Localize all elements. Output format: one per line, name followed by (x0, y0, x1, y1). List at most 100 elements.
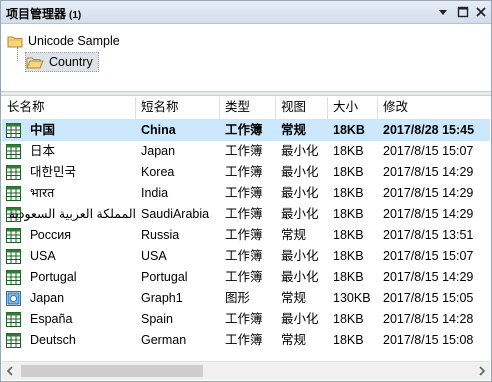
row-short-name: China (141, 123, 176, 137)
row-short-name: USA (141, 249, 167, 263)
row-short-name: Spain (141, 312, 173, 326)
row-size: 130KB (333, 291, 371, 305)
row-long-name: المملكة العربية السعودية (8, 207, 136, 221)
horizontal-scrollbar[interactable] (2, 361, 490, 380)
row-size: 18KB (333, 228, 364, 242)
row-modified: 2017/8/15 14:29 (383, 270, 474, 284)
column-header-modified[interactable]: 修改 (378, 97, 490, 119)
window-title-count: (1) (69, 10, 82, 21)
title-bar[interactable]: 项目管理器 (1) (1, 1, 491, 24)
row-short-name: German (141, 333, 187, 347)
folder-icon (7, 36, 23, 48)
row-view: 最小化 (281, 165, 319, 179)
row-type: 工作簿 (225, 333, 263, 347)
row-type: 工作簿 (225, 123, 263, 137)
row-short-name: India (141, 186, 169, 200)
row-long-name: USA (30, 249, 56, 263)
row-long-name: España (30, 312, 73, 326)
table-row[interactable]: 대한민국 Korea 工作簿 最小化 18KB 2017/8/15 14:29 (2, 162, 490, 183)
row-size: 18KB (333, 312, 364, 326)
row-size: 18KB (333, 186, 364, 200)
file-list: 长名称 短名称 类型 视图 大小 修改 中国 China 工作簿 常规 18KB 2017… (2, 97, 490, 359)
row-type: 工作簿 (225, 144, 263, 158)
table-row[interactable]: USA USA 工作簿 最小化 18KB 2017/8/15 15:07 (2, 246, 490, 267)
list-header: 长名称 短名称 类型 视图 大小 修改 (2, 97, 490, 120)
close-icon[interactable] (474, 5, 488, 19)
row-long-name: Россия (30, 228, 71, 242)
row-modified: 2017/8/15 15:05 (383, 291, 474, 305)
scroll-left-icon[interactable] (2, 362, 19, 380)
row-type: 工作簿 (225, 186, 263, 200)
row-view: 常规 (281, 228, 307, 242)
column-header-short-name[interactable]: 短名称 (136, 97, 220, 119)
row-long-name: 日本 (30, 144, 56, 158)
row-view: 最小化 (281, 270, 319, 284)
row-long-name: 대한민국 (30, 165, 77, 179)
row-long-name: भारत (30, 186, 55, 200)
column-header-type[interactable]: 类型 (220, 97, 276, 119)
table-row[interactable]: Deutsch German 工作簿 常规 18KB 2017/8/15 15:08 (2, 330, 490, 351)
row-view: 最小化 (281, 249, 319, 263)
row-type: 图形 (225, 291, 251, 305)
table-row[interactable]: المملكة العربية السعودية SaudiArabia 工作簿 最小… (2, 204, 490, 225)
row-long-name: Japan (30, 291, 65, 305)
row-view: 最小化 (281, 312, 319, 326)
row-size: 18KB (333, 249, 364, 263)
tree-item-country[interactable]: Country (25, 52, 99, 72)
table-row[interactable]: 中国 China 工作簿 常规 18KB 2017/8/28 15:45 (2, 120, 490, 141)
table-row[interactable]: भारत India 工作簿 最小化 18KB 2017/8/15 14:29 (2, 183, 490, 204)
row-type: 工作簿 (225, 228, 263, 242)
window-title-label: 项目管理器 (6, 7, 67, 21)
tree-connector (17, 47, 18, 61)
row-size: 18KB (333, 270, 364, 284)
row-type: 工作簿 (225, 207, 263, 221)
row-short-name: Graph1 (141, 291, 183, 305)
row-modified: 2017/8/15 14:29 (383, 186, 474, 200)
column-header-long-name[interactable]: 长名称 (2, 97, 136, 119)
row-modified: 2017/8/15 13:51 (383, 228, 474, 242)
row-view: 最小化 (281, 186, 319, 200)
row-short-name: Korea (141, 165, 175, 179)
row-modified: 2017/8/15 14:29 (383, 165, 474, 179)
table-row[interactable]: Japan Graph1 图形 常规 130KB 2017/8/15 15:05 (2, 288, 490, 309)
table-row[interactable]: Россия Russia 工作簿 常规 18KB 2017/8/15 13:51 (2, 225, 490, 246)
table-row[interactable]: 日本 Japan 工作簿 最小化 18KB 2017/8/15 15:07 (2, 141, 490, 162)
row-type: 工作簿 (225, 270, 263, 284)
row-type: 工作簿 (225, 249, 263, 263)
row-modified: 2017/8/15 15:07 (383, 144, 474, 158)
tree-item-root-label: Unicode Sample (28, 34, 120, 48)
row-modified: 2017/8/15 14:29 (383, 207, 474, 221)
row-short-name: Portugal (141, 270, 188, 284)
row-view: 最小化 (281, 207, 319, 221)
table-row[interactable]: España Spain 工作簿 最小化 18KB 2017/8/15 14:28 (2, 309, 490, 330)
maximize-icon[interactable] (456, 5, 470, 19)
open-folder-icon (26, 57, 44, 69)
row-type: 工作簿 (225, 312, 263, 326)
column-header-view[interactable]: 视图 (276, 97, 328, 119)
tree-item-root[interactable]: Unicode Sample (7, 32, 120, 50)
row-size: 18KB (333, 165, 364, 179)
row-size: 18KB (333, 207, 364, 221)
row-modified: 2017/8/15 14:28 (383, 312, 474, 326)
row-long-name: Portugal (30, 270, 77, 284)
row-view: 常规 (281, 291, 307, 305)
row-size: 18KB (333, 144, 364, 158)
row-short-name: Japan (141, 144, 176, 158)
row-view: 常规 (281, 123, 307, 137)
dropdown-arrow-icon[interactable] (436, 5, 450, 19)
row-short-name: Russia (141, 228, 180, 242)
row-view: 常规 (281, 333, 307, 347)
column-header-size[interactable]: 大小 (328, 97, 378, 119)
scroll-right-icon[interactable] (473, 362, 490, 380)
table-row[interactable]: Portugal Portugal 工作簿 最小化 18KB 2017/8/15 14:2… (2, 267, 490, 288)
row-modified: 2017/8/15 15:08 (383, 333, 474, 347)
pane-splitter[interactable] (1, 91, 491, 96)
row-view: 最小化 (281, 144, 319, 158)
row-size: 18KB (333, 333, 364, 347)
row-short-name: SaudiArabia (141, 207, 210, 221)
window-title: 项目管理器 (1) (6, 5, 81, 22)
row-type: 工作簿 (225, 165, 263, 179)
scrollbar-thumb[interactable] (21, 365, 203, 377)
row-modified: 2017/8/28 15:45 (383, 123, 475, 137)
row-long-name: Deutsch (30, 333, 76, 347)
